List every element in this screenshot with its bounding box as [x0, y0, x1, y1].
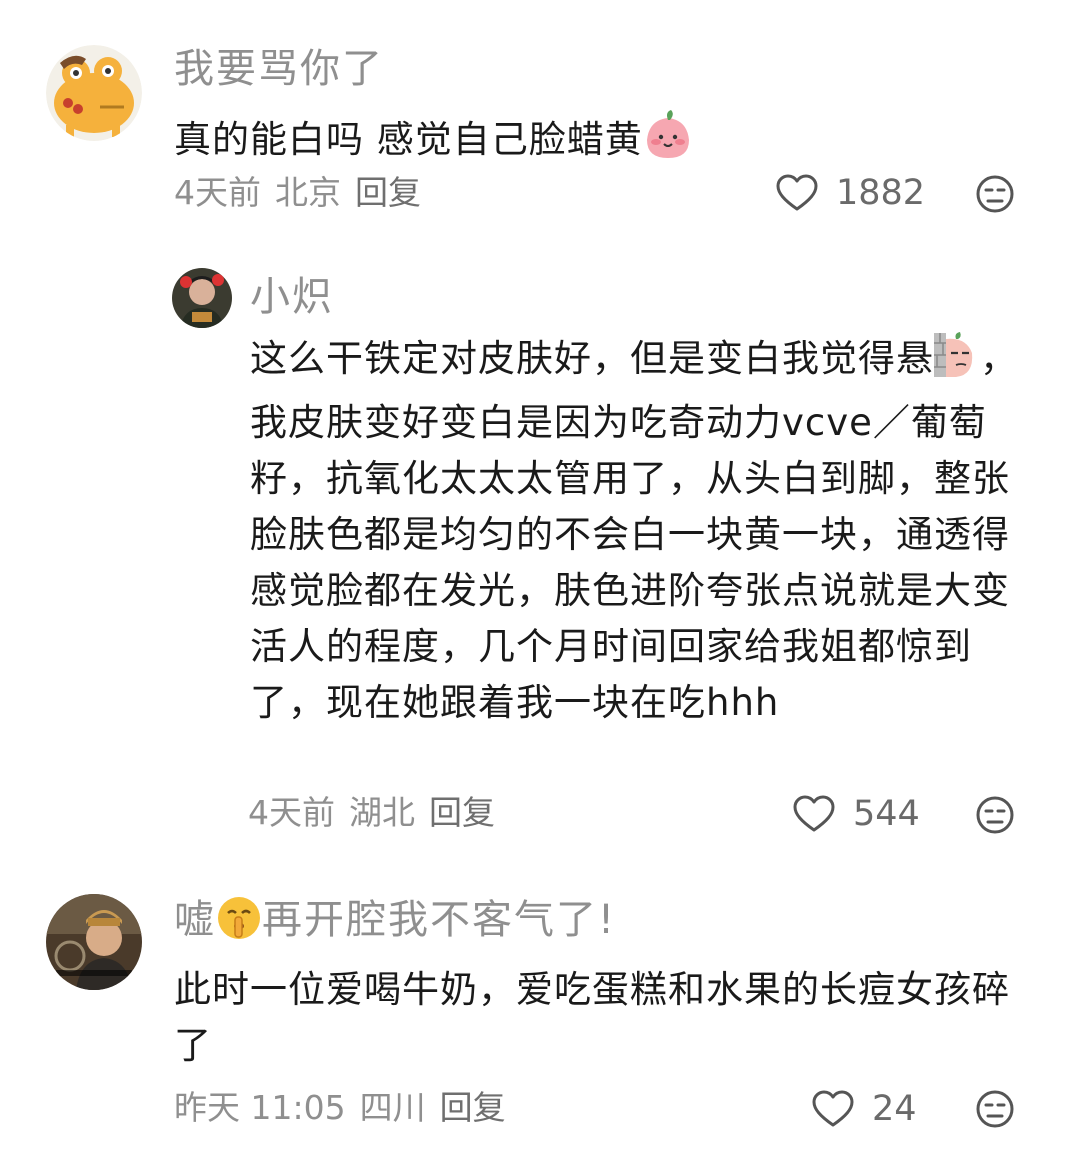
username[interactable]: 小炽 [250, 273, 334, 321]
meh-face-icon [976, 175, 1014, 213]
like-count: 1882 [836, 173, 926, 213]
dislike-button[interactable] [975, 795, 1015, 835]
comment-meta: 4天前 湖北 回复 [248, 793, 509, 833]
comment-time: 昨天 11:05 [174, 1088, 346, 1127]
username[interactable]: 嘘 再开腔我不客气了! [174, 895, 616, 952]
peeking-wall-sticker [934, 331, 980, 395]
person-photo-avatar[interactable] [172, 268, 232, 328]
peach-face-sticker [643, 108, 693, 176]
comment-meta: 4天前 北京 回复 [174, 173, 435, 213]
comment-time: 4天前 [174, 173, 261, 212]
dislike-button[interactable] [975, 174, 1015, 214]
comment-item: 我要骂你了 真的能白吗 感觉自己脸蜡黄 4天前 北京 回复 1882 [0, 0, 1080, 240]
meh-face-icon [976, 1090, 1014, 1128]
comment-text: 此时一位爱喝牛奶，爱吃蛋糕和水果的长痘女孩碎了 [174, 968, 1010, 1067]
reply-comment-item: 小炽 这么干铁定对皮肤好，但是变白我觉得悬 ，我皮肤变好变白是因为吃奇动力vcv… [0, 240, 1080, 860]
comment-text: 真的能白吗 感觉自己脸蜡黄 [174, 108, 1034, 176]
username-part: 嘘 [174, 897, 216, 943]
like-button[interactable]: 544 [793, 791, 920, 837]
comment-text-part: 这么干铁定对皮肤好，但是变白我觉得悬 [250, 337, 934, 380]
like-button[interactable]: 1882 [776, 170, 925, 216]
like-count: 544 [853, 794, 920, 834]
comment-meta: 昨天 11:05 四川 回复 [174, 1088, 520, 1128]
reply-button[interactable]: 回复 [355, 173, 421, 212]
username-part: 再开腔我不客气了! [262, 897, 617, 943]
cartoon-frog-avatar[interactable] [46, 45, 142, 141]
comment-time: 4天前 [248, 793, 335, 832]
comment-location: 湖北 [349, 793, 415, 832]
meh-face-icon [976, 796, 1014, 834]
reply-button[interactable]: 回复 [440, 1088, 506, 1127]
reply-button[interactable]: 回复 [429, 793, 495, 832]
heart-icon [793, 795, 835, 832]
like-count: 24 [872, 1089, 917, 1129]
comment-item: 嘘 再开腔我不客气了! 此时一位爱喝牛奶，爱吃蛋糕和水果的长痘女孩碎了 昨天 1… [0, 860, 1080, 1151]
username[interactable]: 我要骂你了 [174, 45, 384, 93]
comment-text: 这么干铁定对皮肤好，但是变白我觉得悬 ，我皮肤变好变白是因为吃奇动力vcve／葡… [250, 331, 1020, 731]
heart-icon [812, 1090, 854, 1127]
tv-drama-still-avatar[interactable] [46, 894, 142, 990]
comment-text-part: ，我皮肤变好变白是因为吃奇动力vcve／葡萄籽，抗氧化太太太管用了，从头白到脚，… [250, 337, 1018, 724]
comment-text-body: 真的能白吗 感觉自己脸蜡黄 [174, 118, 643, 161]
shush-emoji [216, 895, 262, 952]
heart-icon [776, 174, 818, 211]
comment-location: 四川 [359, 1088, 426, 1127]
dislike-button[interactable] [975, 1089, 1015, 1129]
comment-location: 北京 [275, 173, 341, 212]
like-button[interactable]: 24 [812, 1086, 917, 1132]
